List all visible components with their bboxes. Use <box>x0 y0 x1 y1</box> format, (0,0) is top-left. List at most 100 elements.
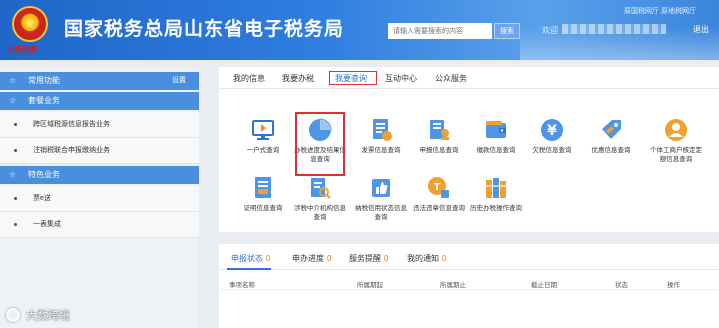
tab-count: 0 <box>442 254 447 263</box>
active-tab-underline <box>227 268 271 270</box>
service-violation-query[interactable]: T 违法违章信息查询 <box>413 175 465 237</box>
tab-public-service[interactable]: 公众服务 <box>435 73 467 84</box>
watermark-text: 大数跨境 <box>26 310 70 322</box>
service-label: 个体工商户核定定额信息查询 <box>650 147 702 163</box>
sidebar: ☆ 常用功能 设置 ☆ 套餐业务 跨区域税源信息报告业务 注销税联合申报缴纳业务… <box>0 68 199 328</box>
emblem-text: 山东税务 <box>6 44 37 54</box>
declaration-icon <box>430 120 449 140</box>
sidebar-section-common[interactable]: ☆ 常用功能 设置 <box>0 72 199 90</box>
service-label: 发票信息查询 <box>361 147 401 154</box>
tab-count: 0 <box>384 254 389 263</box>
svg-text:¥: ¥ <box>547 123 557 139</box>
svg-text:T: T <box>434 182 441 193</box>
service-preferential-query[interactable]: 优惠信息查询 <box>585 117 637 179</box>
tab-label: 我的通知 <box>407 254 439 263</box>
tax-stamp-icon: T <box>428 177 449 198</box>
invoice-icon <box>373 119 392 141</box>
sidebar-section-special[interactable]: ☆ 特色业务 <box>0 166 199 184</box>
tag-icon <box>602 120 621 139</box>
site-title: 国家税务总局山东省电子税务局 <box>64 19 345 40</box>
tab-label: 服务提醒 <box>349 254 381 263</box>
header-bar: ★ 山东税务 国家税务总局山东省电子税务局 搜索 原国税网厅 原地税网厅 欢迎 … <box>0 0 719 60</box>
service-arrears-query[interactable]: ¥ 欠税信息查询 <box>526 117 578 179</box>
tab-count: 0 <box>327 254 332 263</box>
bullet-icon <box>14 123 17 126</box>
magnifier-doc-icon <box>311 178 331 199</box>
service-certificate-query[interactable]: 证明信息查询 <box>237 175 289 237</box>
tab-my-info[interactable]: 我的信息 <box>233 73 265 84</box>
tax-emblem-icon: ★ <box>12 6 48 42</box>
search-button[interactable]: 搜索 <box>494 23 520 39</box>
sidebar-item-cross-region[interactable]: 跨区域税源信息报告业务 <box>0 112 199 138</box>
user-info-redacted <box>562 24 666 34</box>
service-label: 证明信息查询 <box>243 205 283 212</box>
sidebar-section-title: 套餐业务 <box>28 96 60 105</box>
star-icon: ☆ <box>9 170 17 179</box>
sidebar-settings-link[interactable]: 设置 <box>172 72 186 90</box>
sidebar-section-package[interactable]: ☆ 套餐业务 <box>0 92 199 110</box>
main-tabs: 我的信息 我要办税 我要查询 互动中心 公众服务 <box>219 67 719 89</box>
query-panel: 我的信息 我要办税 我要查询 互动中心 公众服务 一户式查询 办税进度及结果信息… <box>219 67 719 232</box>
sidebar-item-one-form[interactable]: 一表集成 <box>0 212 199 238</box>
tab-application-progress[interactable]: 申办进度 0 <box>292 253 331 264</box>
sidebar-item-deregistration[interactable]: 注销税联合申报缴纳业务 <box>0 138 199 164</box>
app: ★ 山东税务 国家税务总局山东省电子税务局 搜索 原国税网厅 原地税网厅 欢迎 … <box>0 0 719 328</box>
service-label: 一户式查询 <box>246 147 280 154</box>
service-label: 缴款信息查询 <box>476 147 516 154</box>
thumbs-up-icon <box>372 179 390 197</box>
bullet-icon <box>14 223 17 226</box>
service-label: 涉税中介机构信息查询 <box>294 205 346 221</box>
person-badge-icon <box>665 119 687 141</box>
active-tab-highlight <box>329 71 377 85</box>
tab-handle-tax[interactable]: 我要办税 <box>282 73 314 84</box>
service-credit-query[interactable]: 纳税信用状态信息查询 <box>355 175 407 237</box>
column-header: 截止日期 <box>531 282 557 289</box>
status-panel: 申报状态 0 申办进度 0 服务提醒 0 我的通知 0 事项名称 所属期起 所属期止 截… <box>219 244 719 328</box>
highlight-frame <box>295 112 345 176</box>
column-header: 操作 <box>667 282 680 289</box>
column-header: 所属期起 <box>357 282 383 289</box>
tab-label: 申办进度 <box>292 254 324 263</box>
sidebar-item-label: 注销税联合申报缴纳业务 <box>33 147 110 154</box>
service-label: 申报信息查询 <box>419 147 459 154</box>
column-header: 事项名称 <box>229 282 255 289</box>
table-header: 事项名称 所属期起 所属期止 截止日期 状态 操作 <box>219 274 719 290</box>
search-input[interactable] <box>388 23 492 39</box>
column-header: 所属期止 <box>440 282 466 289</box>
wallet-icon <box>486 121 506 138</box>
sidebar-section-title: 常用功能 <box>28 76 60 85</box>
service-household-query[interactable]: 一户式查询 <box>237 117 289 179</box>
service-label: 优惠信息查询 <box>591 147 631 154</box>
sidebar-item-label: 跨区域税源信息报告业务 <box>33 121 110 128</box>
column-header: 状态 <box>615 282 628 289</box>
yen-coin-icon: ¥ <box>541 119 563 141</box>
tab-my-notices[interactable]: 我的通知 0 <box>407 253 446 264</box>
service-label: 纳税信用状态信息查询 <box>355 205 407 221</box>
tab-count: 0 <box>266 254 271 263</box>
tab-declaration-status[interactable]: 申报状态 0 <box>231 253 270 264</box>
service-individual-quota-query[interactable]: 个体工商户核定定额信息查询 <box>650 117 702 179</box>
sidebar-section-title: 特色业务 <box>28 170 60 179</box>
service-payment-query[interactable]: 缴款信息查询 <box>470 117 522 179</box>
sidebar-item-label: 票e送 <box>33 195 51 202</box>
service-label: 违法违章信息查询 <box>413 205 465 212</box>
service-agency-query[interactable]: 涉税中介机构信息查询 <box>294 175 346 237</box>
monitor-icon <box>252 120 274 140</box>
service-history-query[interactable]: 历史办税操作查询 <box>470 175 522 237</box>
tab-interaction[interactable]: 互动中心 <box>385 73 417 84</box>
sidebar-item-e-invoice[interactable]: 票e送 <box>0 186 199 212</box>
document-icon <box>255 177 271 198</box>
bullet-icon <box>14 149 17 152</box>
star-icon: ☆ <box>9 96 17 105</box>
service-invoice-query[interactable]: 发票信息查询 <box>355 117 407 179</box>
tab-label: 申报状态 <box>231 254 263 263</box>
logout-button[interactable]: 退出 <box>693 24 709 35</box>
tab-service-reminder[interactable]: 服务提醒 0 <box>349 253 388 264</box>
archive-icon <box>486 178 506 198</box>
watermark-logo-icon <box>6 308 20 322</box>
service-label: 欠税信息查询 <box>532 147 572 154</box>
bullet-icon <box>14 197 17 200</box>
sidebar-item-label: 一表集成 <box>33 221 61 228</box>
service-declaration-query[interactable]: 申报信息查询 <box>413 117 465 179</box>
legacy-portal-links[interactable]: 原国税网厅 原地税网厅 <box>624 6 696 16</box>
